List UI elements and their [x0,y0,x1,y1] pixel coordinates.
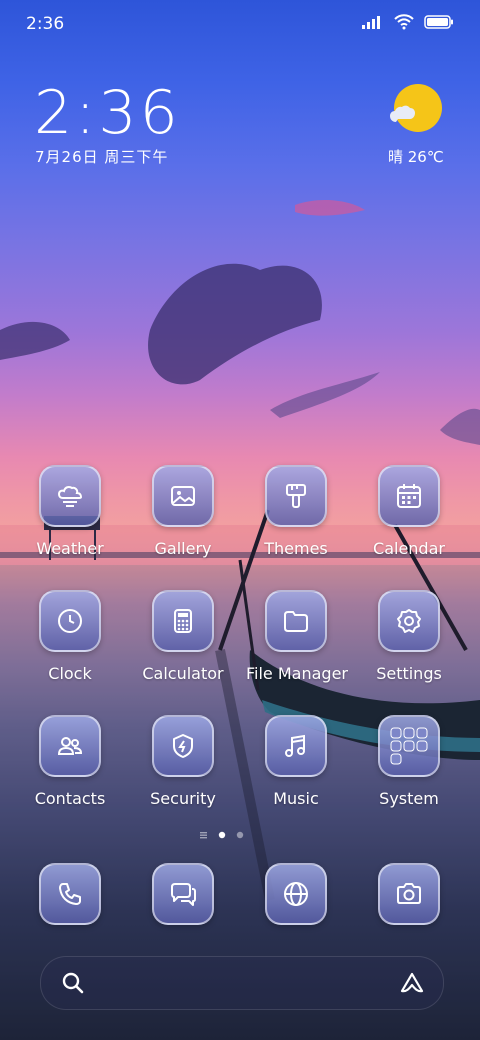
page-dot [236,831,244,839]
dock-phone[interactable] [20,863,120,925]
app-label: Calculator [142,664,224,683]
app-security[interactable]: Security [133,715,233,808]
weather-cloud-icon [39,465,101,527]
app-gallery[interactable]: Gallery [133,465,233,558]
calendar-icon [378,465,440,527]
app-label: Settings [376,664,442,683]
shield-icon [152,715,214,777]
status-time: 2:36 [26,14,65,34]
app-label: System [379,789,439,808]
clock-widget-time[interactable]: 2:36 [34,78,181,148]
app-calculator[interactable]: Calculator [133,590,233,683]
dock-messages[interactable] [133,863,233,925]
clock-widget-date: 7月26日 周三下午 [35,148,169,166]
app-system-folder[interactable]: System [359,715,459,808]
app-label: Themes [264,539,328,558]
dock-camera[interactable] [359,863,459,925]
image-icon [152,465,214,527]
app-label: Weather [36,539,104,558]
music-note-icon [265,715,327,777]
assistant-icon[interactable] [399,971,425,995]
wifi-icon [394,14,414,30]
messages-icon [152,863,214,925]
clock-icon [39,590,101,652]
battery-icon [424,15,453,29]
app-settings[interactable]: Settings [359,590,459,683]
app-music[interactable]: Music [246,715,346,808]
folder-icon [265,590,327,652]
paintbrush-icon [265,465,327,527]
app-contacts[interactable]: Contacts [20,715,120,808]
camera-icon [378,863,440,925]
page-indicator[interactable] [200,829,280,841]
signal-icon [362,16,380,29]
gear-icon [378,590,440,652]
app-label: Contacts [34,789,106,808]
browser-globe-icon [265,863,327,925]
page-dot-current [218,831,226,839]
contacts-icon [39,715,101,777]
weather-widget-text: 晴 26℃ [388,148,444,166]
search-icon[interactable] [61,971,85,995]
dock-browser[interactable] [246,863,346,925]
app-label: Music [273,789,319,808]
app-label: File Manager [246,664,348,683]
app-file-manager[interactable]: File Manager [246,590,348,683]
app-label: Calendar [373,539,445,558]
app-label: Security [150,789,216,808]
status-bar: 2:36 [0,0,480,50]
app-calendar[interactable]: Calendar [359,465,459,558]
app-themes[interactable]: Themes [246,465,346,558]
calculator-icon [152,590,214,652]
app-clock[interactable]: Clock [20,590,120,683]
phone-icon [39,863,101,925]
page-indicator-menu [200,832,207,834]
app-label: Clock [48,664,92,683]
app-label: Gallery [154,539,212,558]
app-weather[interactable]: Weather [20,465,120,558]
sunny-partly-cloudy-icon[interactable] [390,84,444,138]
folder-grid-icon [378,715,440,777]
search-bar[interactable] [40,956,444,1010]
